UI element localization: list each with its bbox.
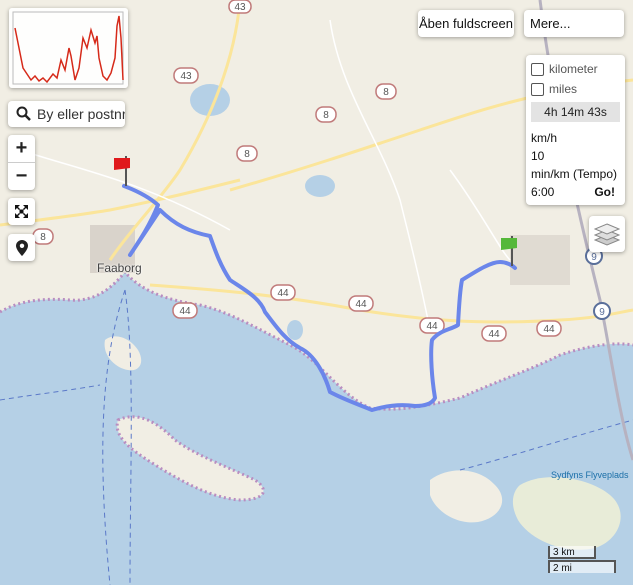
map-canvas[interactable]: 43 43 8 8 8 8 44 44 44 44 44 44 9 9 Faab… [0, 0, 633, 585]
kilometer-checkbox[interactable] [531, 62, 544, 76]
speed-label: km/h [531, 131, 558, 145]
zoom-out-button[interactable]: − [8, 163, 35, 190]
road-shield: 44 [270, 284, 296, 301]
road-shield: 43 [173, 67, 199, 84]
road-shield: 43 [228, 0, 252, 14]
scale-metric: 3 km [548, 546, 596, 559]
svg-text:43: 43 [234, 2, 246, 13]
svg-text:44: 44 [543, 324, 555, 335]
place-label: Faaborg [97, 261, 142, 275]
svg-text:44: 44 [277, 288, 289, 299]
road-shield: 44 [536, 320, 562, 337]
miles-option[interactable]: miles [531, 79, 620, 99]
fit-bounds-icon [15, 205, 28, 218]
svg-text:8: 8 [323, 110, 329, 121]
locate-button[interactable] [8, 234, 35, 261]
svg-text:44: 44 [488, 329, 500, 340]
more-button[interactable]: Mere... [524, 10, 624, 37]
road-shield: 8 [32, 228, 54, 245]
layers-stack-icon [594, 223, 620, 246]
magnifier-icon [15, 105, 33, 123]
road-shield: 44 [172, 302, 198, 319]
map-pin-icon [15, 239, 28, 256]
road-shield: 8 [375, 83, 397, 100]
svg-text:9: 9 [591, 252, 597, 263]
svg-text:44: 44 [179, 306, 191, 317]
svg-text:44: 44 [426, 321, 438, 332]
road-shield: 44 [348, 295, 374, 312]
duration-readout: 4h 14m 43s [531, 102, 620, 122]
kilometer-option[interactable]: kilometer [531, 59, 620, 79]
scale-bar: 3 km 2 mi [548, 546, 620, 574]
speed-input[interactable]: 10 [531, 147, 620, 165]
road-shield: 8 [236, 145, 258, 162]
svg-text:8: 8 [244, 149, 250, 160]
search-box[interactable] [8, 101, 125, 127]
road-shield: 9 [593, 302, 611, 320]
svg-text:43: 43 [180, 71, 192, 82]
units-panel: kilometer miles 4h 14m 43s km/h 10 min/k… [526, 55, 625, 205]
pace-input[interactable]: 6:00 [531, 183, 554, 201]
elevation-profile-chart [12, 11, 124, 85]
svg-text:8: 8 [383, 87, 389, 98]
poi-label: Sydfyns Flyveplads [551, 470, 629, 480]
kilometer-label: kilometer [549, 62, 598, 76]
search-input[interactable] [37, 106, 125, 122]
road-shield: 44 [419, 317, 445, 334]
go-button[interactable]: Go! [594, 183, 615, 201]
road-shield: 44 [481, 325, 507, 342]
scale-imperial: 2 mi [548, 560, 616, 574]
zoom-control: + − [8, 135, 35, 190]
pace-label: min/km (Tempo) [531, 167, 618, 181]
fit-bounds-button[interactable] [8, 198, 35, 225]
layers-button[interactable] [589, 216, 625, 252]
svg-text:44: 44 [355, 299, 367, 310]
svg-text:8: 8 [40, 232, 46, 243]
zoom-in-button[interactable]: + [8, 135, 35, 162]
road-shield: 8 [315, 106, 337, 123]
elevation-profile[interactable] [9, 8, 128, 88]
miles-checkbox[interactable] [531, 82, 544, 96]
svg-text:9: 9 [599, 307, 605, 318]
miles-label: miles [549, 82, 578, 96]
fullscreen-button[interactable]: Åben fuldscreen [418, 10, 514, 37]
